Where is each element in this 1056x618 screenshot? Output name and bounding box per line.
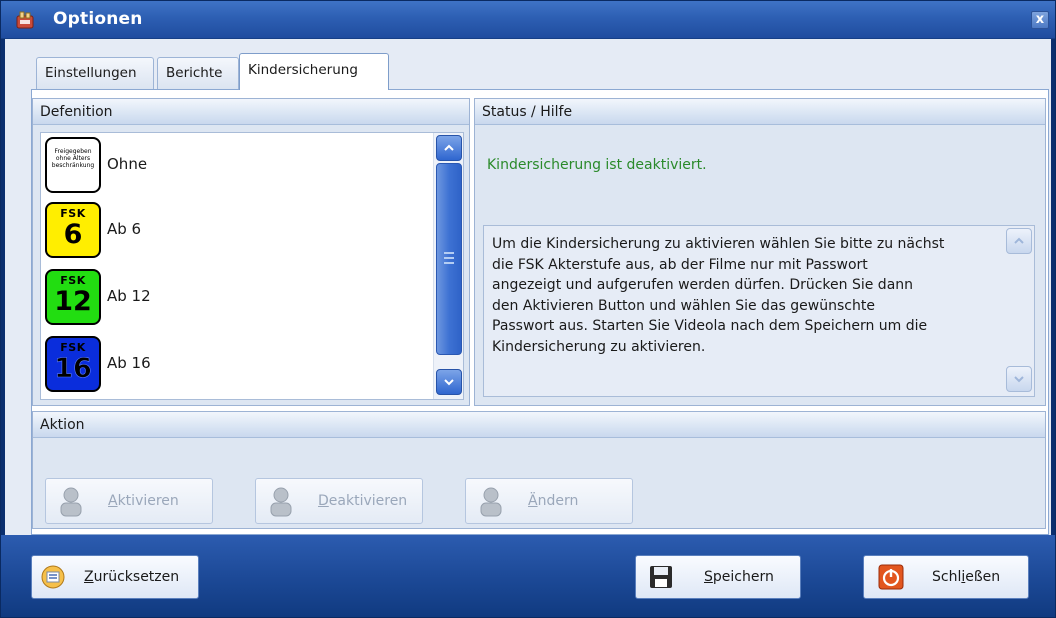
status-help-header: Status / Hilfe bbox=[475, 99, 1045, 125]
action-header: Aktion bbox=[33, 412, 1045, 438]
status-help-group: Status / Hilfe Kindersicherung ist deakt… bbox=[474, 98, 1046, 406]
floppy-disk-icon bbox=[650, 566, 672, 588]
list-item-label: Ab 12 bbox=[107, 287, 151, 305]
fsk-badge-12: FSK 12 bbox=[45, 269, 101, 325]
definition-group: Defenition Freigegeben ohne Alters besch… bbox=[32, 98, 470, 406]
badge-number: 6 bbox=[63, 219, 83, 250]
tab-einstellungen[interactable]: Einstellungen bbox=[36, 57, 154, 89]
deactivate-button-label: Deaktivieren bbox=[318, 493, 408, 509]
dialog-client-area: Einstellungen Berichte Kindersicherung D… bbox=[5, 39, 1051, 535]
help-scroll-down-button[interactable] bbox=[1006, 366, 1032, 392]
close-button[interactable]: Schließen bbox=[863, 555, 1029, 599]
definition-header: Defenition bbox=[33, 99, 469, 125]
activate-button[interactable]: Aktivieren bbox=[45, 478, 213, 524]
list-item[interactable]: FSK 12 Ab 12 bbox=[41, 265, 433, 329]
fsk-badge-16: FSK 16 bbox=[45, 336, 101, 392]
list-item[interactable]: Freigegeben ohne Alters beschränkung Ohn… bbox=[41, 133, 433, 197]
scroll-down-button[interactable] bbox=[436, 369, 462, 395]
fsk-badge-none: Freigegeben ohne Alters beschränkung bbox=[45, 137, 101, 193]
help-textbox[interactable]: Um die Kindersicherung zu aktivieren wäh… bbox=[483, 225, 1035, 397]
chevron-down-icon bbox=[444, 379, 454, 386]
help-scroll-up-button[interactable] bbox=[1006, 228, 1032, 254]
title-bar[interactable]: Optionen x bbox=[1, 1, 1055, 39]
list-item[interactable]: FSK 6 Ab 6 bbox=[41, 198, 433, 262]
scroll-up-button[interactable] bbox=[436, 135, 462, 161]
save-button[interactable]: Speichern bbox=[635, 555, 801, 599]
user-icon bbox=[60, 487, 82, 517]
list-item[interactable]: FSK 16 Ab 16 bbox=[41, 332, 433, 396]
list-item-label: Ab 6 bbox=[107, 220, 142, 238]
tab-kindersicherung[interactable]: Kindersicherung bbox=[239, 53, 389, 90]
scroll-thumb[interactable] bbox=[436, 163, 462, 355]
help-scrollbar[interactable] bbox=[1004, 228, 1032, 394]
close-window-button[interactable]: x bbox=[1031, 11, 1049, 29]
list-item-label: Ohne bbox=[107, 155, 148, 173]
help-line: Kindersicherung zu aktivieren. bbox=[492, 338, 706, 355]
chevron-up-icon bbox=[1014, 237, 1024, 244]
fsk-badge-6: FSK 6 bbox=[45, 202, 101, 258]
power-icon bbox=[878, 564, 904, 590]
reset-button[interactable]: Zurücksetzen bbox=[31, 555, 199, 599]
help-text: Um die Kindersicherung zu aktivieren wäh… bbox=[492, 234, 1000, 357]
help-line: Um die Kindersicherung zu aktivieren wäh… bbox=[492, 236, 945, 252]
user-icon bbox=[270, 487, 292, 517]
chevron-up-icon bbox=[444, 144, 454, 151]
options-dialog: Optionen x Einstellungen Berichte Kinder… bbox=[0, 0, 1056, 618]
close-button-label: Schließen bbox=[932, 569, 1001, 585]
activate-button-label: Aktivieren bbox=[108, 493, 179, 509]
reset-button-label: Zurücksetzen bbox=[84, 569, 180, 585]
reset-icon bbox=[41, 565, 65, 589]
deactivate-button[interactable]: Deaktivieren bbox=[255, 478, 423, 524]
list-scrollbar[interactable] bbox=[433, 133, 463, 399]
user-icon bbox=[480, 487, 502, 517]
help-line: Passwort aus. Starten Sie Videola nach d… bbox=[492, 318, 928, 334]
help-line: angezeigt und aufgerufen werden dürfen. … bbox=[492, 277, 914, 293]
help-line: den Aktivieren Button und wählen Sie das… bbox=[492, 297, 875, 314]
help-line: die FSK Akterstufe aus, ab der Filme nur… bbox=[492, 256, 868, 273]
protection-status-text: Kindersicherung ist deaktiviert. bbox=[487, 157, 707, 173]
fsk-list[interactable]: Freigegeben ohne Alters beschränkung Ohn… bbox=[40, 132, 464, 400]
change-button[interactable]: Ändern bbox=[465, 478, 633, 524]
dialog-button-bar: Zurücksetzen Speichern Schließen bbox=[1, 535, 1055, 617]
window-title: Optionen bbox=[53, 9, 143, 29]
app-icon bbox=[16, 11, 34, 29]
badge-text: Freigegeben ohne Alters beschränkung bbox=[51, 148, 95, 169]
chevron-down-icon bbox=[1014, 376, 1024, 383]
save-button-label: Speichern bbox=[704, 569, 774, 585]
badge-number: 12 bbox=[54, 286, 92, 317]
action-group: Aktion Aktivieren Deaktivieren Ändern bbox=[32, 411, 1046, 529]
tab-berichte[interactable]: Berichte bbox=[157, 57, 239, 89]
change-button-label: Ändern bbox=[528, 493, 579, 509]
badge-number: 16 bbox=[54, 353, 92, 384]
grip-icon bbox=[444, 252, 454, 264]
list-item-label: Ab 16 bbox=[107, 354, 151, 372]
